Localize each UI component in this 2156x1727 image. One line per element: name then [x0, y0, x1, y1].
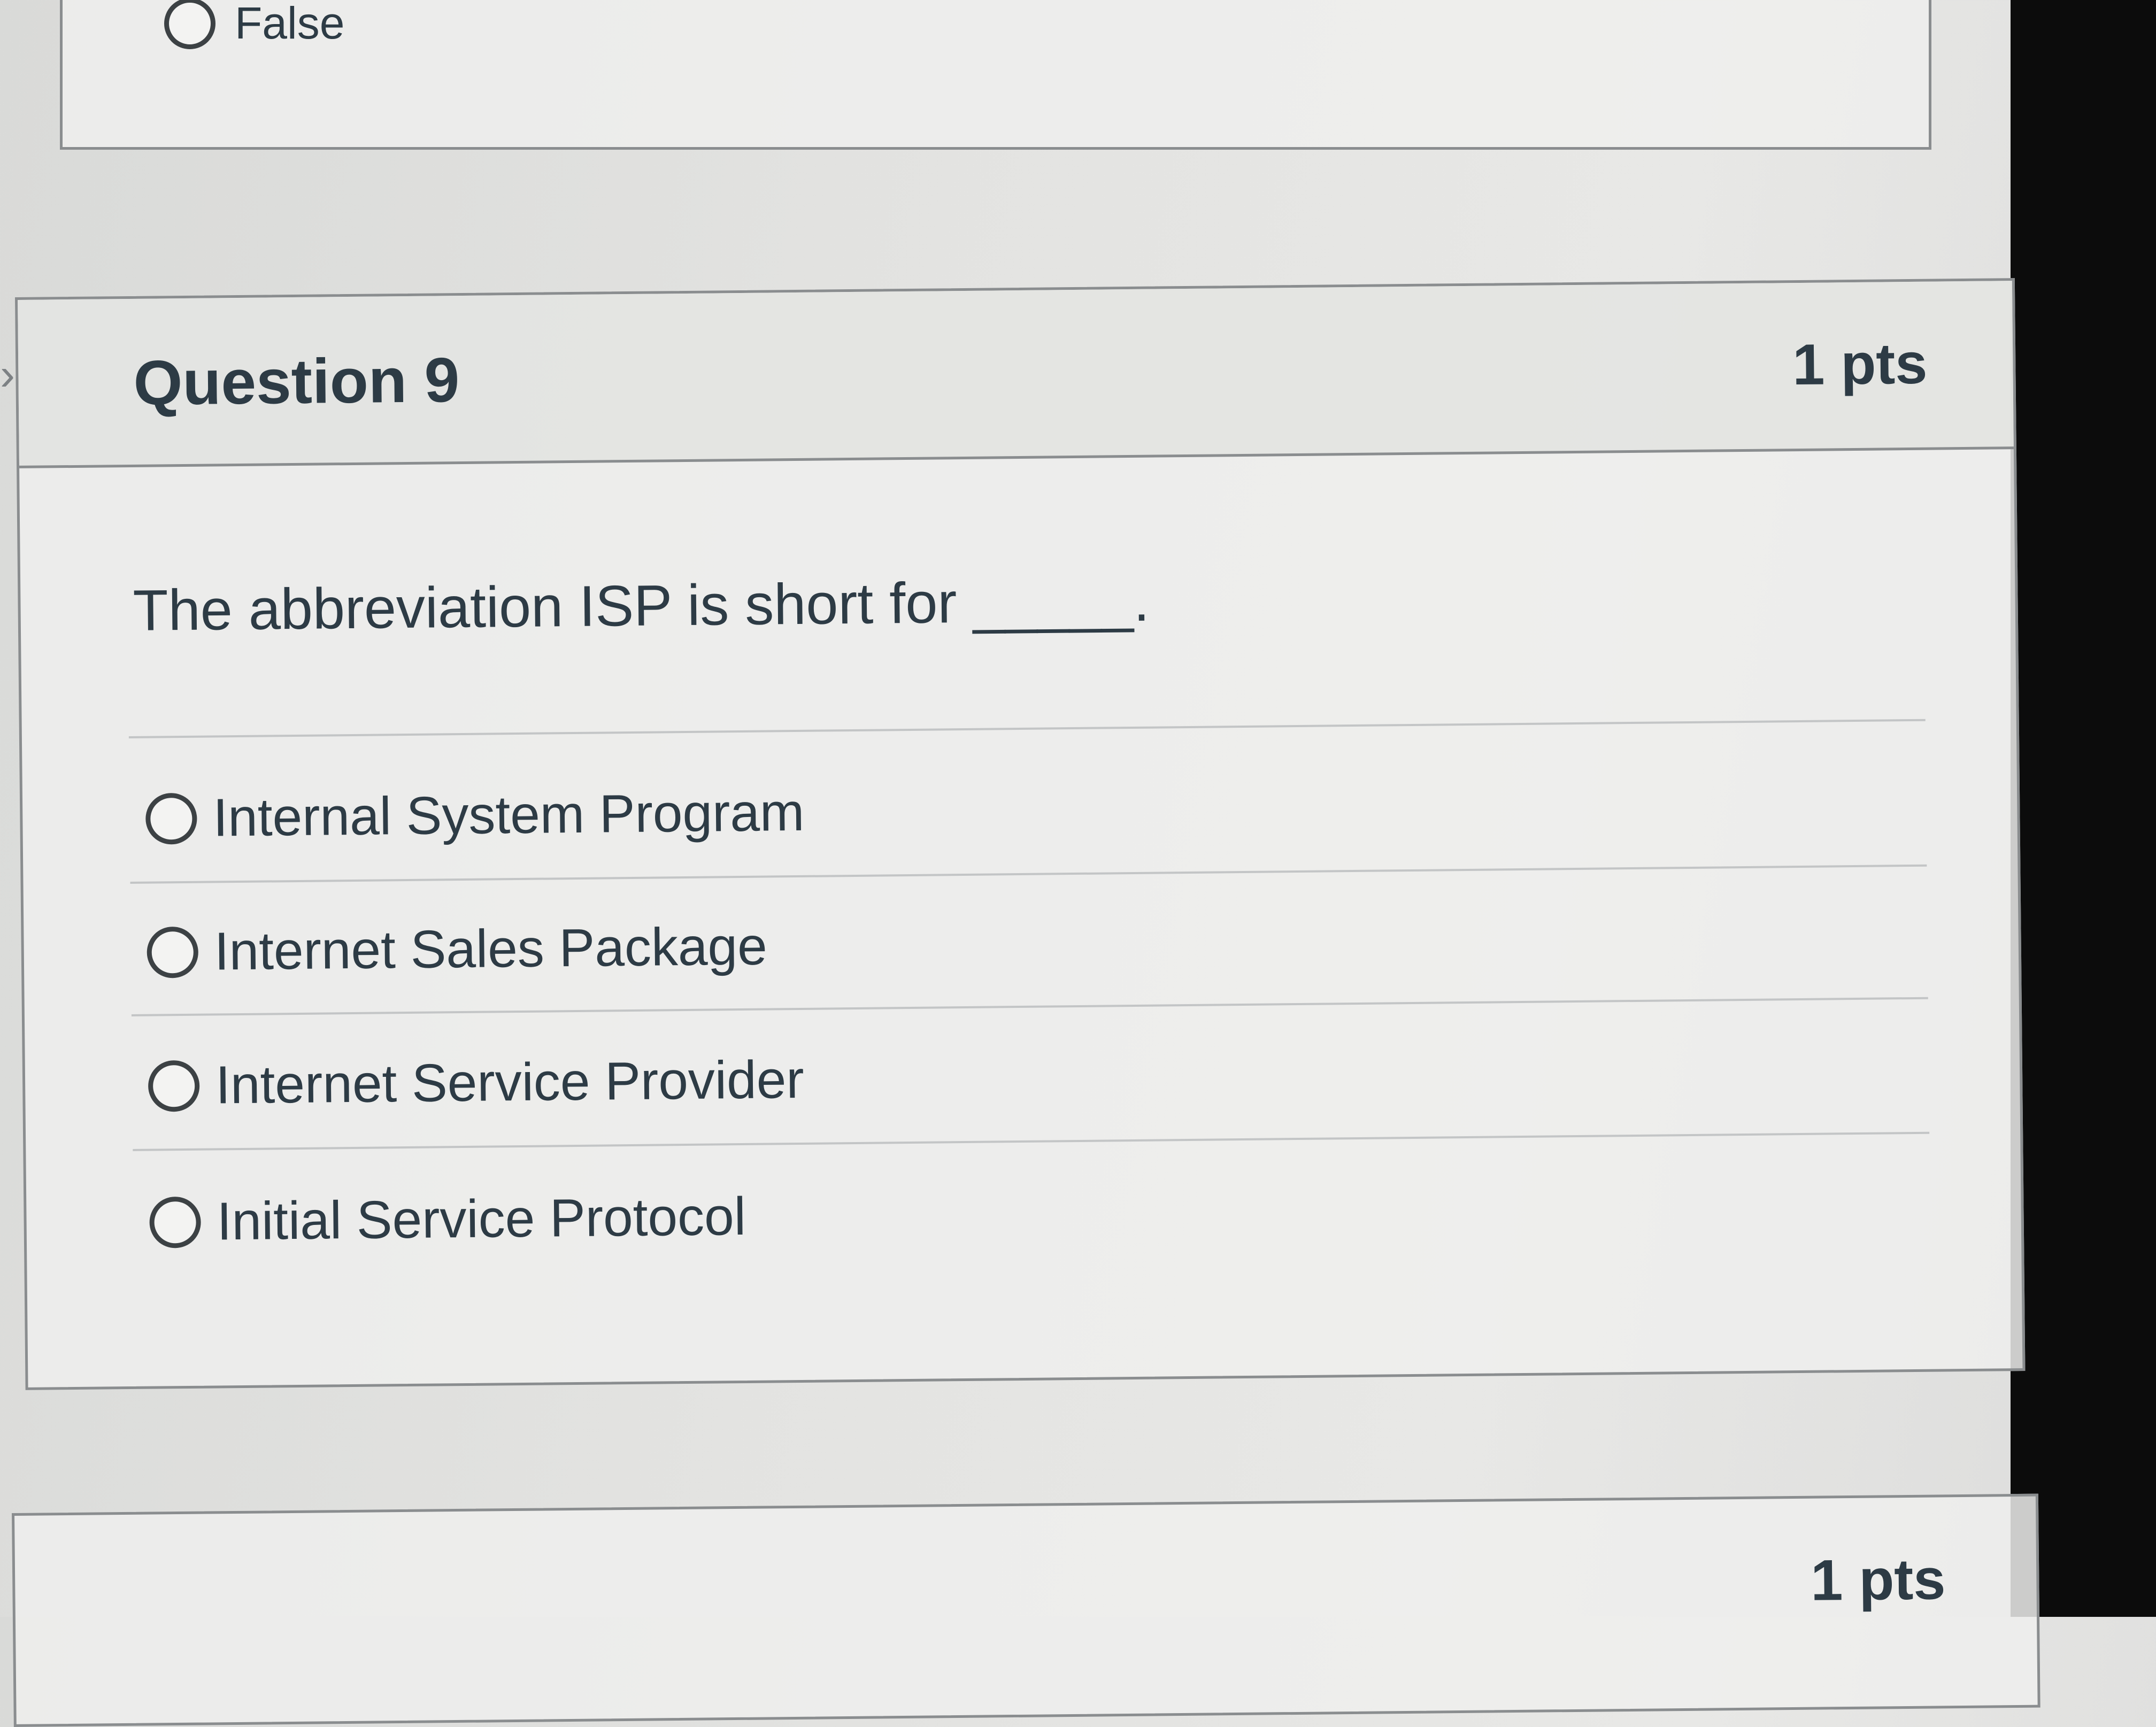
answer-label: Internet Sales Package: [214, 916, 768, 982]
radio-unselected-icon[interactable]: [145, 792, 197, 845]
divider: [131, 997, 1928, 1016]
divider: [128, 719, 1926, 738]
question-points: 1 pts: [1792, 330, 1928, 397]
question-points: 1 pts: [1810, 1546, 1946, 1613]
answer-option[interactable]: Internet Service Provider: [148, 1049, 805, 1117]
answer-label: Internal System Program: [212, 782, 805, 848]
next-question-card: 1 pts: [12, 1493, 2040, 1727]
answer-option-false[interactable]: False: [164, 0, 344, 49]
answer-label: Initial Service Protocol: [217, 1186, 746, 1252]
device-bezel: [2011, 0, 2156, 1617]
question-card: Question 9 1 pts The abbreviation ISP is…: [15, 278, 2026, 1390]
answer-option[interactable]: Internet Sales Package: [147, 916, 767, 983]
divider: [133, 1131, 1930, 1151]
answer-option[interactable]: Initial Service Protocol: [149, 1186, 746, 1253]
question-text: The abbreviation ISP is short for _____.: [133, 568, 1150, 643]
previous-question-card: False: [60, 0, 1931, 150]
radio-unselected-icon[interactable]: [164, 0, 215, 49]
question-title: Question 9: [133, 345, 460, 419]
divider: [130, 864, 1927, 884]
question-header: Question 9 1 pts: [18, 281, 2014, 468]
radio-unselected-icon[interactable]: [148, 1060, 200, 1112]
answer-label: Internet Service Provider: [215, 1049, 805, 1115]
radio-unselected-icon[interactable]: [147, 926, 199, 978]
answer-option[interactable]: Internal System Program: [145, 782, 805, 850]
radio-unselected-icon[interactable]: [149, 1196, 202, 1248]
answer-label: False: [235, 0, 345, 48]
